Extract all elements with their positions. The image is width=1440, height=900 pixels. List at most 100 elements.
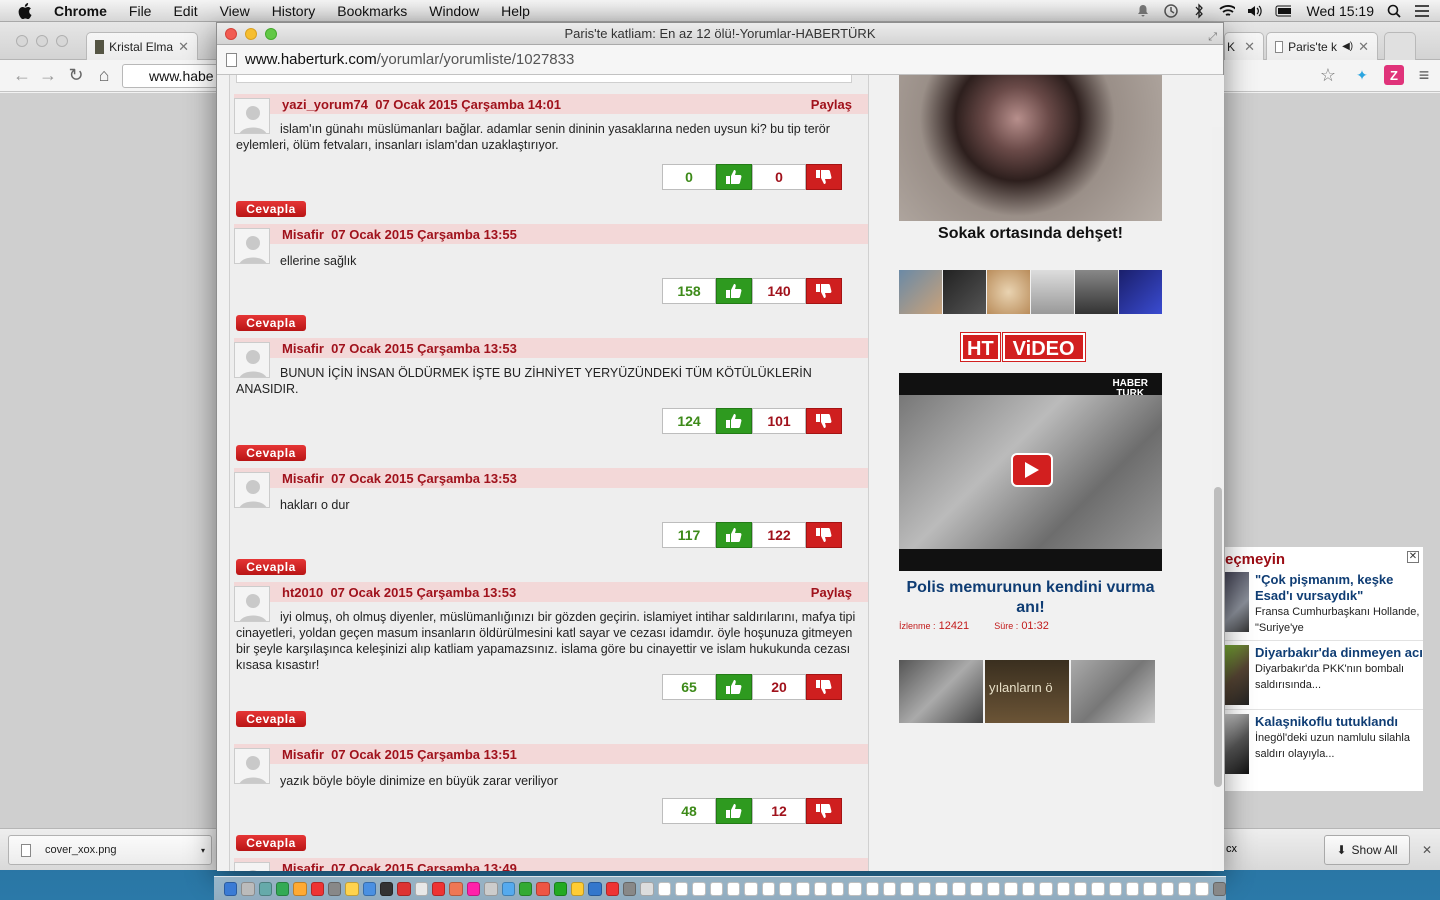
dock-app-icon[interactable] <box>657 881 671 896</box>
chrome-window-controls[interactable] <box>16 35 68 47</box>
reply-button[interactable]: Cevapla <box>236 315 306 331</box>
scrollbar-thumb[interactable] <box>1214 487 1222 787</box>
menu-edit[interactable]: Edit <box>173 3 197 19</box>
dock-app-icon[interactable] <box>501 881 515 896</box>
forward-arrow-icon[interactable]: → <box>38 65 58 85</box>
reply-button[interactable]: Cevapla <box>236 445 306 461</box>
new-tab-button[interactable] <box>1384 32 1416 60</box>
dock-app-icon[interactable] <box>1021 881 1036 896</box>
dock-app-icon[interactable] <box>1073 881 1088 896</box>
comment-author[interactable]: Misafir <box>282 227 324 242</box>
news-item[interactable]: "Çok pişmanım, keşke Esad'ı vursaydık" F… <box>1225 572 1423 641</box>
dock-app-icon[interactable] <box>917 881 932 896</box>
dock-app-icon[interactable] <box>709 881 723 896</box>
dropdown-arrow-icon[interactable]: ▾ <box>201 846 205 855</box>
comment-author[interactable]: Misafir <box>282 471 324 486</box>
dock-app-icon[interactable] <box>640 881 654 896</box>
dock-app-icon[interactable] <box>362 881 377 896</box>
tab-close-icon[interactable]: ✕ <box>1244 39 1255 55</box>
dock-app-icon[interactable] <box>969 881 984 896</box>
dock-app-icon[interactable] <box>258 881 273 896</box>
menu-history[interactable]: History <box>272 3 316 19</box>
volume-icon[interactable] <box>1247 3 1263 19</box>
dock-app-icon[interactable] <box>414 881 429 896</box>
dock-app-icon[interactable] <box>761 881 775 896</box>
thumbs-down-icon[interactable] <box>806 164 842 190</box>
dock-app-icon[interactable] <box>1056 881 1070 896</box>
dock-app-icon[interactable] <box>674 881 689 896</box>
thumbs-up-icon[interactable] <box>716 674 752 700</box>
dock-app-icon[interactable] <box>952 881 966 896</box>
menu-window[interactable]: Window <box>429 3 479 19</box>
chrome-menu-icon[interactable]: ≡ <box>1414 65 1434 85</box>
dock-app-icon[interactable] <box>518 881 533 896</box>
ht-video-logo[interactable]: HT ViDEO <box>961 333 1085 361</box>
dock-app-icon[interactable] <box>1108 881 1122 896</box>
thumbs-down-icon[interactable] <box>806 674 842 700</box>
dock-app-icon[interactable] <box>1004 881 1018 896</box>
notification-bell-icon[interactable] <box>1135 3 1151 19</box>
comment-author[interactable]: ht2010 <box>282 585 323 600</box>
news-title[interactable]: Kalaşnikoflu tutuklandı <box>1255 714 1423 730</box>
video-thumbnail[interactable]: yılanların ö <box>985 660 1069 723</box>
dock-app-icon[interactable] <box>1212 881 1226 896</box>
reply-button[interactable]: Cevapla <box>236 835 306 851</box>
dock-app-icon[interactable] <box>1177 881 1192 896</box>
dock-app-icon[interactable] <box>397 881 411 896</box>
widget-close-icon[interactable]: ✕ <box>1407 551 1419 563</box>
reload-icon[interactable]: ↻ <box>66 65 86 85</box>
thumbs-up-icon[interactable] <box>716 278 752 304</box>
notification-center-icon[interactable] <box>1414 3 1430 19</box>
home-icon[interactable]: ⌂ <box>94 65 114 85</box>
spotlight-search-icon[interactable] <box>1386 3 1402 19</box>
dock-app-icon[interactable] <box>570 881 585 896</box>
thumbnail[interactable] <box>899 270 942 314</box>
dock-app-icon[interactable] <box>813 881 828 896</box>
dock-app-icon[interactable] <box>224 881 238 896</box>
menu-app-chrome[interactable]: Chrome <box>54 3 107 19</box>
comment-author[interactable]: Misafir <box>282 861 324 871</box>
back-arrow-icon[interactable]: ← <box>12 65 32 85</box>
thumbs-down-icon[interactable] <box>806 278 842 304</box>
dock-app-icon[interactable] <box>466 881 481 896</box>
video-thumbnail[interactable] <box>1071 660 1155 723</box>
dock-app-icon[interactable] <box>987 881 1001 896</box>
news-photo[interactable] <box>899 75 1162 221</box>
popup-url-bar[interactable]: www.haberturk.com/yorumlar/yorumliste/10… <box>217 45 1223 75</box>
dock-app-icon[interactable] <box>345 881 359 896</box>
play-button-icon[interactable] <box>1011 453 1053 487</box>
thumbs-up-icon[interactable] <box>716 522 752 548</box>
dock-app-icon[interactable] <box>726 881 741 896</box>
omnibox-input[interactable]: www.habe <box>122 64 222 88</box>
news-item[interactable]: Kalaşnikoflu tutuklandı İnegöl'deki uzun… <box>1225 714 1423 778</box>
popup-scrollbar[interactable] <box>1212 127 1224 871</box>
dock-app-icon[interactable] <box>900 881 914 896</box>
dock-app-icon[interactable] <box>1143 881 1157 896</box>
photo-caption[interactable]: Sokak ortasında dehşet! <box>899 225 1162 243</box>
dock-app-icon[interactable] <box>865 881 880 896</box>
dock-app-icon[interactable] <box>605 881 619 896</box>
news-item[interactable]: Diyarbakır'da dinmeyen acı Diyarbakır'da… <box>1225 645 1423 710</box>
wifi-icon[interactable] <box>1218 3 1235 19</box>
menubar-clock[interactable]: Wed 15:19 <box>1307 3 1374 19</box>
news-title[interactable]: "Çok pişmanım, keşke Esad'ı vursaydık" <box>1255 572 1423 604</box>
thumbnail[interactable] <box>1075 270 1118 314</box>
battery-icon[interactable] <box>1275 3 1291 19</box>
zoom-window-button[interactable] <box>265 28 277 40</box>
bluetooth-icon[interactable] <box>1191 3 1207 19</box>
twitter-extension-icon[interactable]: ✦ <box>1352 65 1372 85</box>
news-title[interactable]: Diyarbakır'da dinmeyen acı <box>1255 645 1423 661</box>
dock-app-icon[interactable] <box>588 881 602 896</box>
dock-app-icon[interactable] <box>831 881 845 896</box>
apple-icon[interactable] <box>18 0 38 22</box>
comment-author[interactable]: yazi_yorum74 <box>282 97 368 112</box>
popup-window-controls[interactable] <box>225 28 277 40</box>
menu-bookmarks[interactable]: Bookmarks <box>337 3 407 19</box>
dock-app-icon[interactable] <box>536 881 550 896</box>
minimize-window-button[interactable] <box>245 28 257 40</box>
menu-file[interactable]: File <box>129 3 152 19</box>
thumbs-up-icon[interactable] <box>716 798 752 824</box>
thumbs-down-icon[interactable] <box>806 522 842 548</box>
tab-paris[interactable]: Paris'te k ◀) ✕ <box>1266 32 1378 60</box>
thumbnail[interactable] <box>1119 270 1162 314</box>
